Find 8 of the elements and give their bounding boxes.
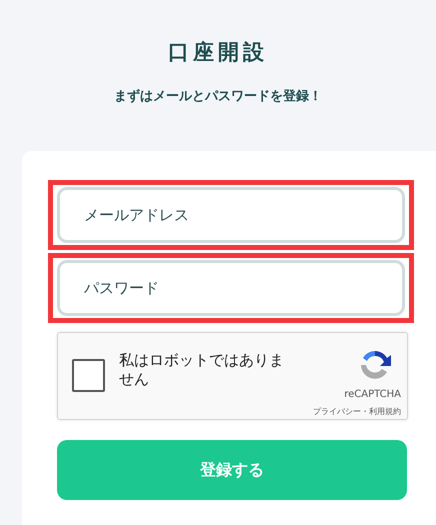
captcha-label: 私はロボットではありません xyxy=(119,350,285,390)
captcha-checkbox[interactable] xyxy=(72,358,105,392)
page-subtitle: まずはメールとパスワードを登録！ xyxy=(113,88,323,106)
page-title: 口座開設 xyxy=(167,39,269,66)
password-field[interactable]: パスワード xyxy=(57,260,405,316)
email-field[interactable]: メールアドレス xyxy=(57,186,405,243)
captcha-brand: reCAPTCHA xyxy=(344,388,401,402)
privacy-terms-link[interactable]: プライバシー・利用規約 xyxy=(313,406,401,418)
